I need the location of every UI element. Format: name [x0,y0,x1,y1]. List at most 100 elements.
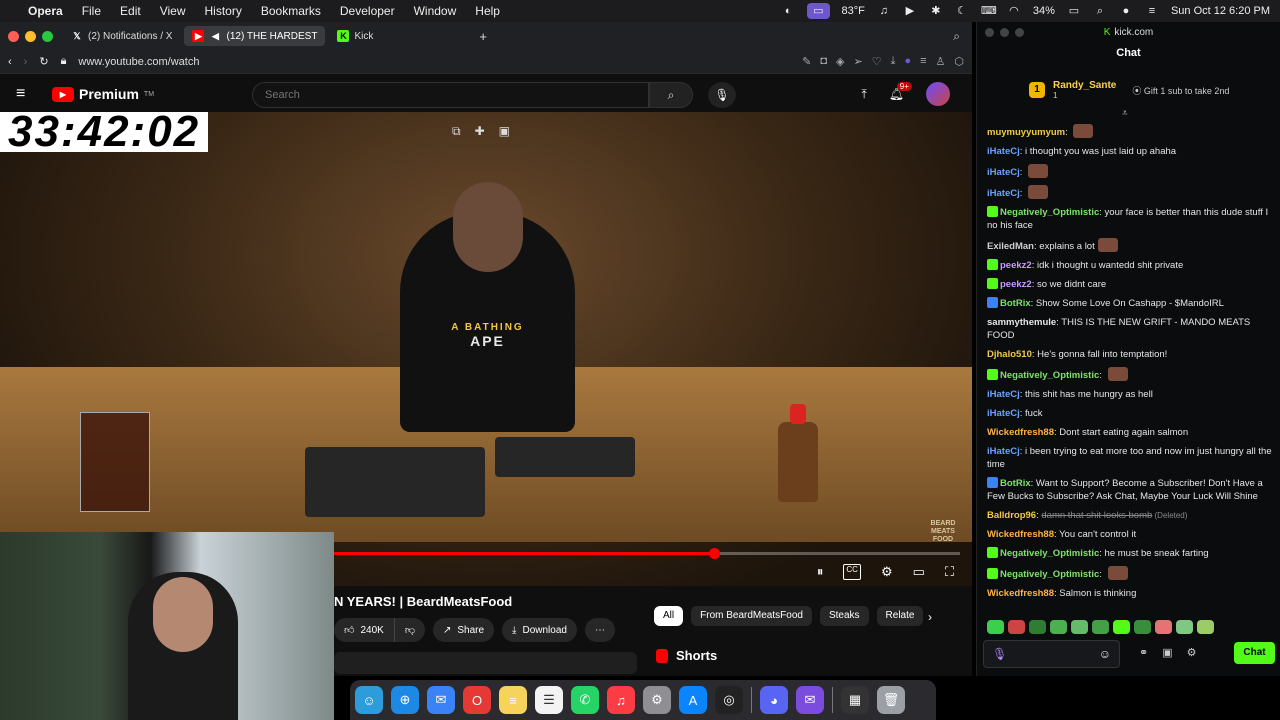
keyboard-icon[interactable]: ⌨ [981,5,997,17]
music-icon[interactable]: ♫ [607,686,635,714]
tab-kick[interactable]: K Kick [329,26,381,46]
reload-icon[interactable]: ↻ [39,55,48,68]
autoplay-toggle-icon[interactable]: ⏸ [817,564,824,580]
share-button[interactable]: ↗ Share [432,618,495,642]
picture-in-picture-icon[interactable]: ⧉ [452,124,461,139]
chat-username[interactable]: iHateCj [987,188,1020,199]
chat-username[interactable]: iHateCj [987,146,1020,157]
menu-window[interactable]: Window [414,4,457,18]
clock[interactable]: Sun Oct 12 6:20 PM [1171,5,1270,17]
settings-gear-icon[interactable]: ⚙ [881,564,893,580]
emote-icon[interactable] [1029,620,1046,634]
trash-icon[interactable]: 🗑︎ [877,686,905,714]
chat-username[interactable]: peekz2 [1000,279,1032,290]
tab-notifications-x[interactable]: 𝕏 (2) Notifications / X [63,26,180,46]
description-box[interactable] [334,652,637,674]
chat-username[interactable]: Negatively_Optimistic [1000,207,1099,218]
chips-next-arrow-icon[interactable]: › [928,610,932,624]
moon-icon[interactable]: ☾ [955,5,969,17]
avatar[interactable] [926,82,950,106]
emote-icon[interactable] [1134,620,1151,634]
tab-youtube[interactable]: ▶ ◀ (12) THE HARDEST [184,26,326,46]
gift-sub-prompt[interactable]: ⦿ Gift 1 sub to take 2nd [1132,84,1229,97]
play-icon[interactable]: ▶ [903,5,917,17]
bluetooth-icon[interactable]: ✱ [929,5,943,17]
upload-icon[interactable]: ⤒ [861,87,866,102]
zoom-window-button[interactable] [42,30,53,42]
menu-bookmarks[interactable]: Bookmarks [261,4,321,18]
emote-icon[interactable] [1008,620,1025,634]
app-store-icon[interactable]: A [679,686,707,714]
new-tab-button[interactable]: + [471,26,495,46]
gifter-username[interactable]: Randy_Sante [1053,80,1116,91]
emoji-picker-icon[interactable]: ☺ [1099,647,1111,661]
minimize-window-button[interactable] [1000,28,1009,37]
aria-icon[interactable]: ● [904,55,911,68]
menu-developer[interactable]: Developer [340,4,395,18]
chat-username[interactable]: iHateCj [987,408,1020,419]
wifi-icon[interactable]: ◠ [1007,5,1021,17]
menu-app-name[interactable]: Opera [28,4,63,18]
snapshot-icon[interactable]: ✚ [475,124,485,139]
shield-icon[interactable]: ◈ [836,55,844,68]
close-window-button[interactable] [985,28,994,37]
emote-icon[interactable] [1155,620,1172,634]
emote-icon[interactable] [1113,620,1130,634]
emote-icon[interactable] [1197,620,1214,634]
chat-collapse-icon[interactable]: ⩡ [1122,108,1128,119]
like-button[interactable]: 👍︎ 240K [334,618,395,642]
menu-file[interactable]: File [82,4,101,18]
chat-username[interactable]: Negatively_Optimistic [1000,569,1099,580]
discord-icon[interactable]: ◕ [760,686,788,714]
emote-icon[interactable] [1176,620,1193,634]
proton-mail-icon[interactable]: ✉ [796,686,824,714]
search-button[interactable]: ⌕ [649,82,693,108]
chat-username[interactable]: Djhalo510 [987,349,1032,360]
emote-icon[interactable] [1050,620,1067,634]
link-icon[interactable]: ⚭ [1139,646,1148,659]
control-center-icon[interactable]: ◐ [781,5,795,17]
download-button[interactable]: ⤓ Download [502,618,577,642]
url-field[interactable]: www.youtube.com/watch [78,56,199,68]
finder-icon[interactable]: ☺ [355,686,383,714]
video-player[interactable]: A BATHING APE ⧉ ✚ ▣ BEARD MEATS FOOD ⏸ C… [0,112,972,586]
chat-username[interactable]: peekz2 [1000,260,1032,271]
reminders-icon[interactable]: ☰ [535,686,563,714]
opera-icon[interactable]: O [463,686,491,714]
whatsapp-icon[interactable]: ✆ [571,686,599,714]
system-settings-icon[interactable]: ⚙ [643,686,671,714]
control-toggles-icon[interactable]: ≡ [1145,5,1159,17]
zoom-window-button[interactable] [1015,28,1024,37]
video-progress-bar[interactable] [330,548,960,559]
menu-view[interactable]: View [160,4,186,18]
back-icon[interactable]: ‹ [8,56,12,68]
chat-username[interactable]: BotRix [1000,298,1031,309]
screenshot-icon[interactable]: ▦ [841,686,869,714]
notes-icon[interactable]: ≡ [499,686,527,714]
weather-temperature[interactable]: 83°F [842,5,865,17]
chat-username[interactable]: iHateCj [987,389,1020,400]
hamburger-menu-icon[interactable]: ≡ [16,85,34,103]
emote-icon[interactable] [1092,620,1109,634]
close-window-button[interactable] [8,30,19,42]
gift-icon[interactable]: ▣ [1162,646,1172,659]
more-actions-button[interactable]: ⋯ [584,618,615,642]
profile-icon[interactable]: ♙ [936,55,946,68]
chat-username[interactable]: iHateCj [987,446,1020,457]
forward-icon[interactable]: › [24,56,28,68]
chip-related[interactable]: Relate [876,606,924,626]
spotlight-search-icon[interactable]: ⌕ [1093,5,1107,17]
fullscreen-icon[interactable]: ⛶ [945,564,954,580]
activity-monitor-icon[interactable]: ◎ [715,686,743,714]
chat-username[interactable]: Wickedfresh88 [987,427,1054,438]
chat-send-button[interactable]: Chat [1234,642,1275,664]
menu-help[interactable]: Help [475,4,500,18]
minimize-window-button[interactable] [25,30,36,42]
headphones-icon[interactable]: ♫ [877,5,891,17]
extension-icon[interactable]: ⬡ [954,55,964,68]
chat-username[interactable]: Wickedfresh88 [987,588,1054,599]
emote-icon[interactable] [987,620,1004,634]
download-icon[interactable]: ⤓ [891,55,896,68]
menu-history[interactable]: History [205,4,242,18]
chat-message-list[interactable]: muymuyyumyum: iHateCj: i thought you was… [977,120,1280,610]
